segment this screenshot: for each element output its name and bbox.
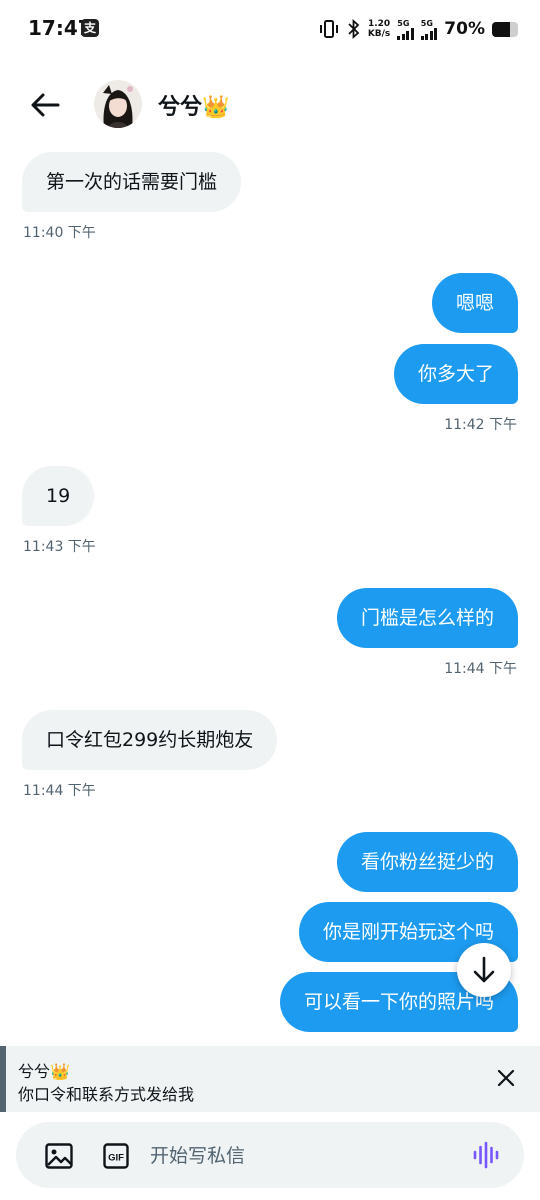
signal-bars-icon xyxy=(397,27,414,40)
message-input[interactable] xyxy=(148,1137,452,1175)
sim1-network-label: 5G xyxy=(397,18,410,28)
voice-message-icon[interactable] xyxy=(472,1141,500,1169)
message-bubble-outgoing[interactable]: 看你粉丝挺少的 xyxy=(336,832,518,892)
sim2-signal: 5G xyxy=(420,18,438,40)
message-bubble-incoming[interactable]: 口令红包299约长期炮友 xyxy=(22,710,278,770)
close-icon[interactable] xyxy=(492,1064,520,1092)
status-indicators: 1.20 KB/s 5G 5G 70% xyxy=(318,14,518,44)
reply-sender-name: 兮兮👑 xyxy=(18,1062,70,1081)
net-speed-unit: KB/s xyxy=(367,29,391,39)
contact-name[interactable]: 兮兮👑 xyxy=(158,89,229,121)
message-bubble-incoming[interactable]: 第一次的话需要门槛 xyxy=(22,152,242,212)
gif-label: GIF xyxy=(108,1153,124,1164)
back-arrow-icon[interactable] xyxy=(28,88,62,122)
scroll-to-bottom-button[interactable] xyxy=(457,943,511,997)
vibrate-icon xyxy=(319,20,338,38)
message-bubble-outgoing[interactable]: 门槛是怎么样的 xyxy=(336,588,518,648)
message-bubble-outgoing[interactable]: 嗯嗯 xyxy=(431,273,518,333)
conversation-header: 兮兮👑 xyxy=(0,72,540,138)
message-timestamp: 11:44 下午 xyxy=(23,783,96,799)
signal-bars-icon xyxy=(420,27,438,40)
message-timestamp: 11:43 下午 xyxy=(23,539,96,555)
reply-preview: 兮兮👑 你口令和联系方式发给我 xyxy=(0,1046,540,1112)
message-timestamp: 11:40 下午 xyxy=(23,225,96,241)
message-composer: GIF xyxy=(16,1122,524,1188)
message-bubble-outgoing[interactable]: 你多大了 xyxy=(393,344,518,404)
sim1-signal: 5G xyxy=(397,19,414,40)
bluetooth-icon xyxy=(348,19,360,39)
reply-accent-bar xyxy=(0,1046,6,1112)
message-timestamp: 11:44 下午 xyxy=(444,661,517,677)
battery-icon xyxy=(492,21,518,37)
status-bar: 17:47 支 1.20 KB/s 5G 5G 70% xyxy=(0,0,540,60)
alipay-notification-icon: 支 xyxy=(81,19,99,37)
reply-quoted-text: 你口令和联系方式发给我 xyxy=(18,1085,195,1104)
net-speed-value: 1.20 xyxy=(367,19,391,29)
gif-icon[interactable]: GIF xyxy=(103,1143,129,1169)
image-icon[interactable] xyxy=(44,1141,74,1171)
avatar[interactable] xyxy=(94,80,142,128)
net-speed: 1.20 KB/s xyxy=(368,19,390,39)
message-timestamp: 11:42 下午 xyxy=(444,417,517,433)
message-bubble-incoming[interactable]: 19 xyxy=(22,466,95,526)
sim2-network-label: 5G xyxy=(420,18,433,28)
battery-percent: 70% xyxy=(444,19,485,39)
